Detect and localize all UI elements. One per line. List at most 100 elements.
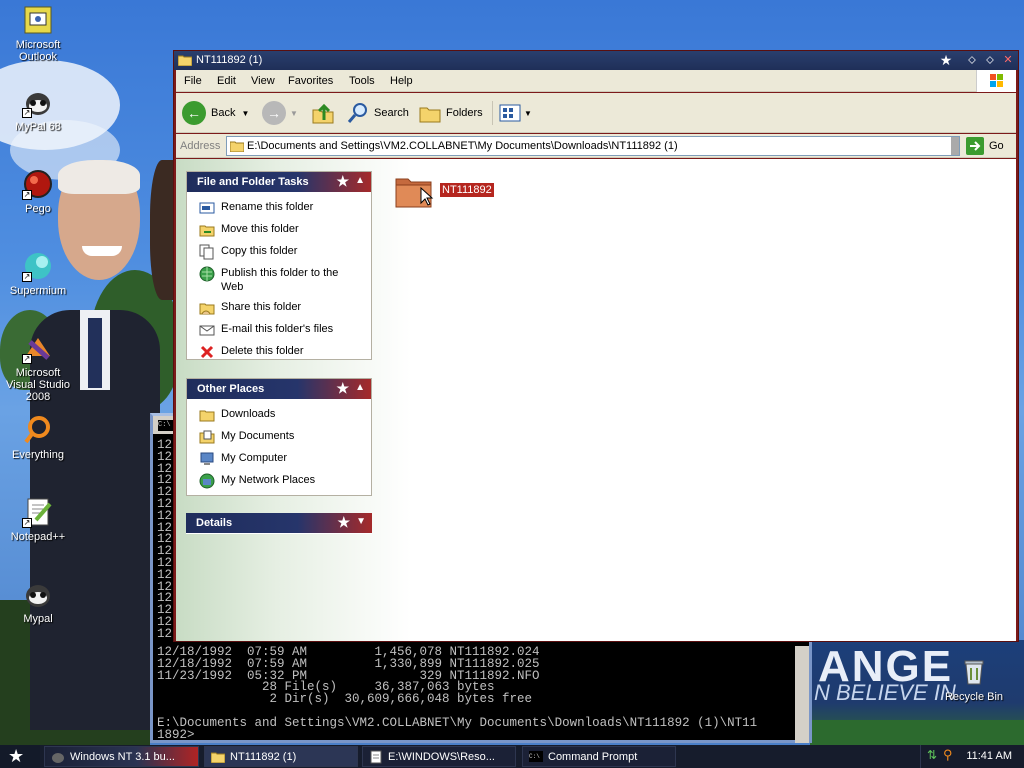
- desktop-icon-outlook[interactable]: Microsoft Outlook: [0, 4, 76, 63]
- task-move-folder[interactable]: Move this folder: [199, 222, 363, 238]
- outlook-icon: [22, 4, 54, 36]
- start-button[interactable]: ★: [0, 745, 40, 768]
- desktop-icon-label: Microsoft Outlook: [15, 39, 61, 63]
- command-prompt-scrollbar[interactable]: [795, 646, 809, 743]
- taskbar-button-label: Command Prompt: [548, 750, 638, 763]
- taskbar-button-label: E:\WINDOWS\Reso...: [388, 750, 495, 763]
- menu-favorites[interactable]: Favorites: [288, 75, 333, 87]
- mouse-cursor-icon: [420, 187, 434, 206]
- back-button[interactable]: ← Back ▼: [182, 99, 249, 127]
- task-label: Share this folder: [221, 301, 302, 313]
- rename-icon: [199, 200, 215, 216]
- wallpaper-banner-subtext: N BELIEVE IN: [814, 680, 956, 705]
- folders-button[interactable]: Folders: [418, 99, 483, 127]
- folder-item[interactable]: NT111892: [394, 171, 494, 209]
- forward-arrow-icon: →: [262, 101, 286, 125]
- taskbar-button-windows-nt[interactable]: Windows NT 3.1 bu...: [44, 746, 199, 767]
- pego-icon: ↗: [22, 168, 54, 200]
- desktop-icon-recycle-bin[interactable]: Recycle Bin: [936, 656, 1012, 703]
- taskbar-button-command-prompt[interactable]: C:\ Command Prompt: [522, 746, 676, 767]
- address-input[interactable]: E:\Documents and Settings\VM2.COLLABNET\…: [226, 136, 960, 156]
- clock[interactable]: 11:41 AM: [966, 750, 1012, 762]
- explorer-content[interactable]: File and Folder Tasks ★ ▲ Rename this fo…: [176, 159, 1016, 641]
- details-header[interactable]: Details ★ ▼: [186, 513, 372, 533]
- task-label: Rename this folder: [221, 201, 314, 213]
- search-label: Search: [374, 107, 409, 119]
- folder-icon: [230, 141, 244, 152]
- maximize-button[interactable]: ⬦: [982, 53, 998, 68]
- desktop-icon-label: Everything: [12, 449, 64, 461]
- taskbar-button-explorer[interactable]: NT111892 (1): [204, 746, 358, 767]
- star-icon: ★: [337, 514, 350, 530]
- network-tray-icon[interactable]: ⇅: [927, 748, 937, 762]
- notepadpp-icon: ↗: [22, 496, 54, 528]
- publish-web-icon: [199, 266, 215, 282]
- desktop-icon-pego[interactable]: ↗ Pego: [0, 168, 76, 215]
- desktop-icon-visual-studio[interactable]: ↗ Microsoft Visual Studio 2008: [0, 332, 76, 403]
- window-title: NT111892 (1): [196, 54, 263, 66]
- task-rename-folder[interactable]: Rename this folder: [199, 200, 363, 216]
- copy-icon: [199, 244, 215, 260]
- chevron-up-icon[interactable]: ▲: [355, 382, 365, 393]
- place-downloads[interactable]: Downloads: [199, 407, 363, 423]
- task-share-folder[interactable]: Share this folder: [199, 300, 363, 316]
- other-places-panel: Other Places ★ ▲ Downloads My Documents …: [186, 378, 372, 496]
- chevron-down-icon[interactable]: ▼: [524, 109, 532, 118]
- notepad-icon: [370, 750, 382, 763]
- task-email-files[interactable]: E-mail this folder's files: [199, 322, 363, 338]
- desktop-icon-label: Notepad++: [10, 531, 66, 543]
- my-documents-icon: [199, 429, 215, 445]
- desktop-icon-everything[interactable]: Everything: [0, 414, 76, 461]
- chevron-down-icon[interactable]: ▼: [356, 516, 366, 527]
- chevron-down-icon[interactable]: ▼: [241, 109, 249, 118]
- cmd-icon: C:\: [529, 751, 543, 762]
- place-my-computer[interactable]: My Computer: [199, 451, 363, 467]
- up-folder-button[interactable]: [310, 99, 336, 127]
- star-icon: ★: [939, 52, 953, 68]
- my-computer-icon: [199, 451, 215, 467]
- place-my-documents[interactable]: My Documents: [199, 429, 363, 445]
- file-folder-tasks-header[interactable]: File and Folder Tasks ★ ▲: [187, 172, 371, 192]
- explorer-window[interactable]: NT111892 (1) ★ ⬦ ⬦ ✕ File Edit View Favo…: [173, 50, 1019, 642]
- views-icon: [499, 104, 521, 122]
- everything-tray-icon[interactable]: ⚲: [943, 747, 953, 763]
- place-my-network-places[interactable]: My Network Places: [199, 473, 363, 489]
- desktop-icon-mypal[interactable]: Mypal: [0, 578, 76, 625]
- search-button[interactable]: Search: [346, 99, 409, 127]
- menu-tools[interactable]: Tools: [349, 75, 375, 87]
- task-copy-folder[interactable]: Copy this folder: [199, 244, 363, 260]
- desktop-icon-mypal-68[interactable]: ↗ MyPal 68: [0, 86, 76, 133]
- task-publish-web[interactable]: Publish this folder to the Web: [199, 266, 363, 294]
- menu-file[interactable]: File: [184, 75, 202, 87]
- desktop-icon-supermium[interactable]: ↗ Supermium: [0, 250, 76, 297]
- visual-studio-icon: ↗: [22, 332, 54, 364]
- menu-help[interactable]: Help: [390, 75, 413, 87]
- folder-name: NT111892: [440, 183, 494, 197]
- panel-title: Other Places: [197, 383, 265, 395]
- go-label: Go: [989, 140, 1004, 152]
- email-icon: [199, 322, 215, 338]
- desktop-icon-notepadpp[interactable]: ↗ Notepad++: [0, 496, 76, 543]
- taskbar-button-resource[interactable]: E:\WINDOWS\Reso...: [362, 746, 516, 767]
- star-icon: ★: [8, 746, 25, 766]
- menu-view[interactable]: View: [251, 75, 275, 87]
- minimize-button[interactable]: ⬦: [964, 53, 980, 68]
- address-value: E:\Documents and Settings\VM2.COLLABNET\…: [247, 140, 678, 152]
- chevron-down-icon: ▼: [290, 108, 298, 118]
- command-prompt-output-top: 12 12 12 12 12 12 12 12 12 12 12 12 12 1…: [157, 438, 173, 641]
- star-icon: ★: [336, 173, 349, 189]
- system-tray: ⇅ ⚲ 11:41 AM: [920, 745, 1024, 768]
- task-delete-folder[interactable]: Delete this folder: [199, 344, 363, 360]
- menu-edit[interactable]: Edit: [217, 75, 236, 87]
- chevron-up-icon[interactable]: ▲: [355, 175, 365, 186]
- close-button[interactable]: ✕: [1000, 53, 1016, 68]
- address-bar: Address E:\Documents and Settings\VM2.CO…: [176, 134, 1016, 158]
- other-places-header[interactable]: Other Places ★ ▲: [187, 379, 371, 399]
- views-button[interactable]: ▼: [498, 99, 532, 127]
- address-dropdown-button[interactable]: [951, 137, 959, 155]
- go-button[interactable]: Go: [966, 136, 1010, 156]
- explorer-titlebar[interactable]: NT111892 (1) ★ ⬦ ⬦ ✕: [174, 51, 1018, 70]
- forward-button[interactable]: → ▼: [262, 99, 298, 127]
- back-label: Back: [211, 107, 236, 119]
- command-prompt-output: 12/18/1992 07:59 AM 1,456,078 NT111892.0…: [157, 645, 758, 742]
